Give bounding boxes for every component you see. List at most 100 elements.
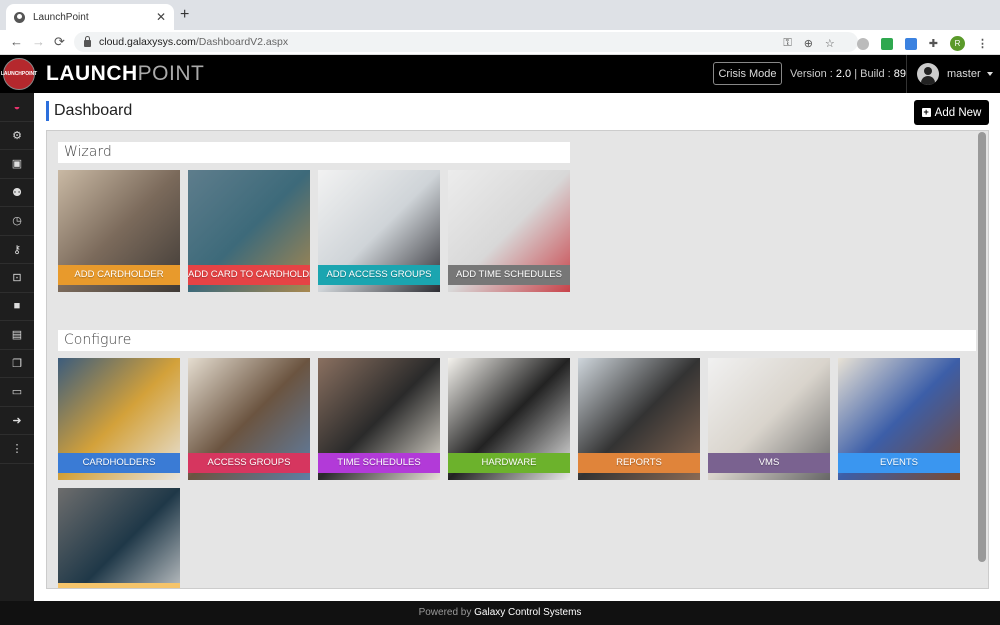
- forward-button[interactable]: →: [32, 34, 45, 49]
- sidebar-item-hardware[interactable]: ⊡: [0, 264, 34, 293]
- caret-down-icon: [986, 72, 993, 76]
- version-value: 2.0: [835, 68, 852, 80]
- profile-avatar[interactable]: R: [950, 36, 965, 51]
- tile-cardholders[interactable]: CARDHOLDERS: [58, 358, 180, 480]
- sidebar: ◒ ⚙ ▣ ⚉ ◷ ⚷ ⊡ ■ ▤ ❐ ▭ ➜ ⋮: [0, 93, 34, 601]
- browser-tabstrip: LaunchPoint ✕ +: [0, 0, 1000, 30]
- sidebar-item-logout[interactable]: ➜: [0, 407, 34, 435]
- user-menu[interactable]: master: [917, 63, 993, 85]
- cardholders-icon: ▣: [11, 158, 23, 171]
- address-bar: ← → ⟳ cloud.galaxysys.com/DashboardV2.as…: [0, 30, 1000, 55]
- star-icon[interactable]: ☆: [825, 37, 835, 50]
- tile-time-schedules[interactable]: TIME SCHEDULES: [318, 358, 440, 480]
- logo-text: LAUNCHPOINT: [0, 71, 38, 77]
- header-divider: [906, 55, 907, 93]
- tab-title: LaunchPoint: [33, 11, 89, 23]
- sidebar-item-keys[interactable]: ⚷: [0, 236, 34, 264]
- back-button[interactable]: ←: [10, 34, 23, 49]
- sidebar-item-cardholders[interactable]: ▣: [0, 150, 34, 179]
- wizard-heading: Wizard: [58, 142, 570, 163]
- puzzle-icon[interactable]: ✚: [929, 37, 938, 50]
- settings-icon: ⚙: [12, 129, 22, 142]
- tile-label: ADD ACCESS GROUPS: [318, 265, 440, 285]
- sidebar-item-more[interactable]: ⋮: [0, 435, 34, 464]
- tile-label: ADD TIME SCHEDULES: [448, 265, 570, 285]
- browser-toolbar-icons: ⚿ ⊕ ☆ ✚ R ⋮: [783, 36, 988, 51]
- tile-reports[interactable]: REPORTS: [578, 358, 700, 480]
- url-domain: cloud.galaxysys.com: [99, 36, 196, 48]
- reload-button[interactable]: ⟳: [54, 34, 65, 50]
- username: master: [947, 68, 981, 80]
- browser-menu-icon[interactable]: ⋮: [977, 37, 988, 50]
- schedules-icon: ◷: [12, 215, 22, 228]
- tile-label: HARDWARE: [448, 453, 570, 473]
- tile-vms[interactable]: VMS: [708, 358, 830, 480]
- sidebar-item-schedules[interactable]: ◷: [0, 207, 34, 236]
- extension-github-icon[interactable]: [856, 37, 869, 50]
- tile-configure-item-7[interactable]: [58, 488, 180, 588]
- tile-label: ACCESS GROUPS: [188, 453, 310, 473]
- main-content: Dashboard + Add New Wizard Configure ADD…: [34, 93, 1000, 601]
- app-header: LAUNCHPOINT LAUNCHPOINT Crisis Mode Vers…: [0, 55, 1000, 93]
- extension-check-icon[interactable]: [880, 37, 893, 50]
- add-new-button[interactable]: + Add New: [914, 100, 989, 125]
- tile-add-access-groups[interactable]: ADD ACCESS GROUPS: [318, 170, 440, 292]
- close-tab-icon[interactable]: ✕: [156, 10, 166, 24]
- tile-image: [58, 488, 180, 588]
- reports-icon: ▤: [11, 329, 23, 342]
- page-title: Dashboard: [46, 101, 132, 121]
- sidebar-item-reports[interactable]: ▤: [0, 321, 34, 350]
- sidebar-item-video[interactable]: ■: [0, 293, 34, 321]
- calendar-icon: ▭: [11, 386, 23, 399]
- tile-label: ADD CARDHOLDER: [58, 265, 180, 285]
- groups-icon: ⚉: [12, 186, 22, 199]
- keys-icon: ⚷: [12, 243, 22, 256]
- build-value: 89: [893, 68, 907, 80]
- tile-label: [58, 583, 180, 588]
- url-input[interactable]: cloud.galaxysys.com/DashboardV2.aspx: [74, 32, 858, 52]
- footer-company: Galaxy Control Systems: [474, 607, 582, 618]
- launchpoint-logo[interactable]: LAUNCHPOINT: [0, 58, 38, 90]
- extension-shield-icon[interactable]: [904, 37, 917, 50]
- tile-access-groups[interactable]: ACCESS GROUPS: [188, 358, 310, 480]
- logout-icon: ➜: [12, 414, 22, 427]
- version-info: Version : 2.0 | Build : 89: [790, 68, 906, 80]
- user-avatar-icon: [917, 63, 939, 85]
- globe-icon: [14, 11, 25, 23]
- footer-prefix: Powered by: [418, 607, 475, 618]
- add-new-label: Add New: [934, 106, 982, 119]
- hardware-icon: ⊡: [12, 272, 22, 285]
- sidebar-item-groups[interactable]: ⚉: [0, 179, 34, 207]
- sidebar-item-settings[interactable]: ⚙: [0, 122, 34, 150]
- scrollbar[interactable]: [978, 132, 986, 562]
- sidebar-item-calendar[interactable]: ▭: [0, 378, 34, 407]
- tile-label: REPORTS: [578, 453, 700, 473]
- tile-label: EVENTS: [838, 453, 960, 473]
- configure-heading: Configure: [58, 330, 976, 351]
- copy-icon: ❐: [12, 357, 22, 370]
- sidebar-item-copy[interactable]: ❐: [0, 350, 34, 378]
- tile-add-card-to-cardholder[interactable]: ADD CARD TO CARDHOLDER: [188, 170, 310, 292]
- new-tab-button[interactable]: +: [180, 6, 189, 24]
- brand-title: LAUNCHPOINT: [46, 62, 204, 86]
- tile-add-cardholder[interactable]: ADD CARDHOLDER: [58, 170, 180, 292]
- url-path: /DashboardV2.aspx: [195, 36, 289, 48]
- tile-label: CARDHOLDERS: [58, 453, 180, 473]
- zoom-icon[interactable]: ⊕: [804, 37, 813, 50]
- tile-label: VMS: [708, 453, 830, 473]
- tile-events[interactable]: EVENTS: [838, 358, 960, 480]
- tile-add-time-schedules[interactable]: ADD TIME SCHEDULES: [448, 170, 570, 292]
- key-icon[interactable]: ⚿: [783, 37, 791, 50]
- crisis-mode-button[interactable]: Crisis Mode: [713, 62, 782, 85]
- dashboard-panel: Wizard Configure ADD CARDHOLDER ADD CARD …: [46, 130, 989, 589]
- brand-bold: LAUNCH: [46, 62, 138, 85]
- sidebar-item-dashboard[interactable]: ◒: [0, 93, 34, 122]
- browser-tab[interactable]: LaunchPoint ✕: [6, 4, 174, 30]
- more-icon: ⋮: [11, 443, 23, 456]
- lock-icon: [84, 35, 91, 47]
- footer: Powered by Galaxy Control Systems: [0, 601, 1000, 625]
- version-label: Version :: [790, 68, 836, 80]
- tile-hardware[interactable]: HARDWARE: [448, 358, 570, 480]
- tile-label: ADD CARD TO CARDHOLDER: [188, 265, 310, 285]
- dashboard-icon: ◒: [13, 100, 21, 113]
